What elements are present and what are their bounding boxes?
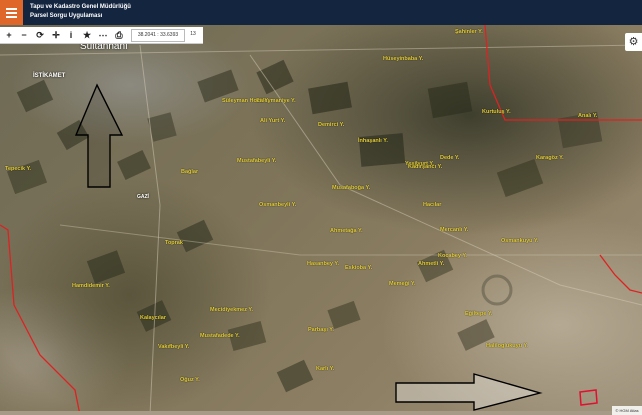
map-attribution: © HGM Atlas (612, 406, 642, 415)
coordinate-readout: 38.2041 : 33.6393 (131, 29, 185, 42)
map-label: Osmankuyu Y. (501, 238, 539, 244)
map-label: Mecidiyekmez Y. (210, 307, 254, 313)
map-bottom-strip (0, 411, 642, 415)
map-label: Şahinler Y. (455, 29, 483, 35)
map-label: Mustafadede Y. (200, 333, 240, 339)
zoom-level-display: 13 (190, 31, 196, 37)
favorite-star-icon[interactable]: ★ (81, 29, 93, 41)
parcel-marker[interactable] (579, 389, 598, 406)
map-label: Hacılar (423, 202, 442, 208)
map-label: İnhaşanlı Y. (358, 138, 388, 144)
app-title: Tapu ve Kadastro Genel Müdürlüğü (30, 4, 131, 10)
menu-bar-icon (6, 8, 17, 10)
app-subtitle: Parsel Sorgu Uygulaması (30, 13, 103, 19)
map-label: Vakıfbeyli Y. (158, 344, 190, 350)
map-label: Demirci Y. (318, 122, 345, 128)
map-label: Bağlar (181, 169, 199, 175)
menu-bar-icon (6, 12, 17, 14)
map-label: Analı Y. (578, 113, 598, 119)
place-label: GAZİ (137, 194, 149, 200)
locate-icon[interactable]: ✛ (50, 29, 62, 41)
map-toolbar: + − ⟳ ✛ i ★ ⋯ ⎙ 38.2041 : 33.6393 13 (0, 27, 203, 44)
map-label: Dede Y. (440, 155, 460, 161)
map-label: Ali Yurt Y. (260, 118, 286, 124)
map-label: Musafaboğa Y. (332, 185, 371, 191)
map-label: Hasanbey Y. (307, 261, 340, 267)
map-label: Ahmetli Y. (418, 261, 445, 267)
measure-icon[interactable]: ⋯ (97, 29, 109, 41)
satellite-map[interactable]: Sultanhanı İSTİKAMET GAZİ Şahinler Y. Hü… (0, 25, 642, 415)
zoom-in-button[interactable]: + (3, 29, 15, 41)
map-label: Oğuz Y. (180, 377, 200, 383)
map-label: Hüseyinbaba Y. (383, 56, 424, 62)
map-label: Mustafabeyli Y. (237, 158, 277, 164)
print-icon[interactable]: ⎙ (113, 29, 125, 41)
map-label: Osmanbeyli Y. (259, 202, 297, 208)
map-label: Haliloglukuyu Y. (486, 343, 529, 349)
map-label: Karagöz Y. (536, 155, 564, 161)
map-label: Kocabey Y. (438, 253, 467, 259)
place-label: İSTİKAMET (33, 73, 66, 79)
map-label: Kurtuluş Y. (482, 109, 511, 115)
map-label: Ahmetağa Y. (330, 228, 363, 234)
map-overlay (0, 25, 642, 415)
map-label: Memeği Y. (389, 281, 416, 287)
map-label: Süleyman Hoca Y. (222, 98, 269, 104)
hamburger-menu-button[interactable] (0, 0, 23, 25)
map-label: Tepecik Y. (5, 166, 32, 172)
map-label: Toprak (165, 240, 183, 246)
map-label: Mercanlı Y. (440, 227, 469, 233)
map-label: Eğiltepe Y. (465, 311, 493, 317)
settings-gear-icon[interactable]: ⚙ (625, 33, 642, 51)
map-label: Eskioba Y. (345, 265, 373, 271)
info-icon[interactable]: i (65, 29, 77, 41)
map-label: Karlı Y. (316, 366, 335, 372)
map-label: Kadırşancı Y. (408, 164, 443, 170)
east-arrow-annotation (395, 373, 543, 411)
refresh-icon[interactable]: ⟳ (34, 29, 46, 41)
map-label: Kalaycılar (140, 315, 166, 321)
app-header: Tapu ve Kadastro Genel Müdürlüğü Parsel … (0, 0, 642, 25)
zoom-out-button[interactable]: − (18, 29, 30, 41)
map-label: Parbaşı Y. (308, 327, 334, 333)
map-label: Hamdidemir Y. (72, 283, 110, 289)
menu-bar-icon (6, 16, 17, 18)
